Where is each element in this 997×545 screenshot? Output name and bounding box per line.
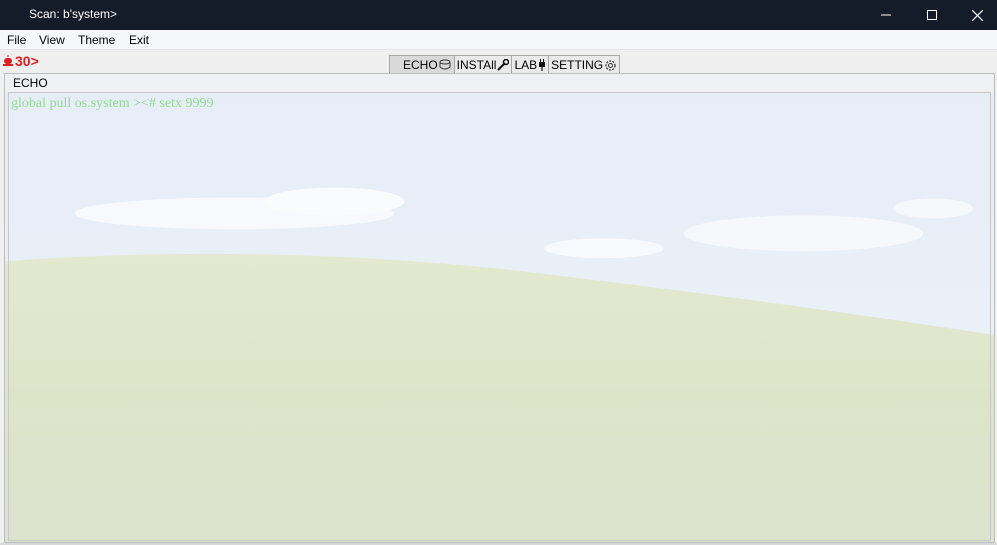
- tab-setting-label: SETTING: [551, 58, 604, 72]
- maximize-button[interactable]: [909, 0, 955, 30]
- close-icon: [971, 9, 983, 21]
- gear-icon: [605, 59, 616, 71]
- maximize-icon: [927, 10, 937, 20]
- plug-icon: [539, 59, 546, 71]
- tab-echo[interactable]: ECHO: [389, 55, 455, 74]
- menu-bar: File View Theme Exit: [0, 30, 997, 50]
- echo-output-area[interactable]: global pull os.system ><# setx 9999: [8, 92, 991, 541]
- tab-echo-label: ECHO: [403, 58, 438, 72]
- tab-bar: ECHO INSTAll LAB SETTING: [389, 55, 621, 74]
- tab-setting[interactable]: SETTING: [548, 55, 621, 74]
- tab-install-label: INSTAll: [456, 58, 497, 72]
- cup-icon: [439, 59, 451, 70]
- title-bar: Scan: b'system>: [0, 0, 997, 30]
- menu-file[interactable]: File: [7, 33, 26, 47]
- minimize-button[interactable]: [863, 0, 909, 30]
- echo-panel: ECHO global pull os.system ><# setx 9999: [4, 73, 995, 543]
- tab-row: 30> ECHO INSTAll LAB SETTING: [0, 51, 997, 74]
- tab-lab[interactable]: LAB: [511, 55, 550, 74]
- menu-exit[interactable]: Exit: [129, 33, 149, 47]
- tab-install[interactable]: INSTAll: [453, 55, 513, 74]
- window-title: Scan: b'system>: [29, 7, 117, 21]
- counter-value: 30>: [15, 53, 39, 69]
- menu-theme[interactable]: Theme: [78, 33, 115, 47]
- echo-output-line: global pull os.system ><# setx 9999: [11, 96, 214, 111]
- panel-header: ECHO: [5, 74, 994, 92]
- alarm-icon: [3, 55, 13, 66]
- counter-indicator: 30>: [3, 53, 39, 69]
- close-button[interactable]: [954, 0, 997, 30]
- minimize-icon: [881, 14, 891, 16]
- menu-view[interactable]: View: [39, 33, 65, 47]
- panel-title: ECHO: [13, 76, 48, 90]
- wrench-icon: [497, 59, 510, 71]
- tab-lab-label: LAB: [514, 58, 538, 72]
